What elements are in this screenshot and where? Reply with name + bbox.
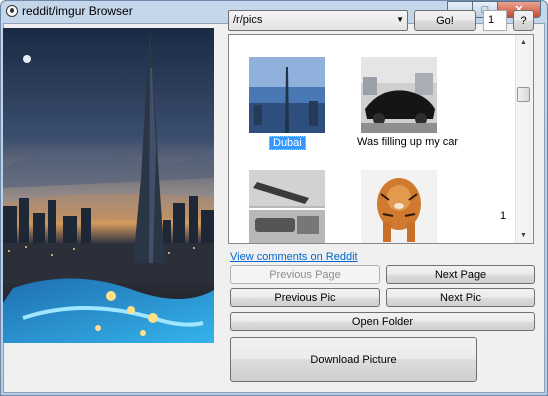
open-folder-button[interactable]: Open Folder (230, 312, 535, 331)
thumbnail-car[interactable] (361, 57, 437, 133)
scroll-up-icon[interactable]: ▲ (520, 39, 527, 46)
help-button[interactable]: ? (513, 10, 534, 31)
scrollbar-thumb[interactable] (517, 87, 530, 102)
view-comments-link[interactable]: View comments on Reddit (230, 251, 358, 263)
thumbnail-tools[interactable] (249, 170, 325, 243)
gallery-scrollbar[interactable]: ▲ ▼ (515, 35, 533, 243)
scroll-down-icon[interactable]: ▼ (520, 232, 527, 239)
window-title: reddit/imgur Browser (22, 4, 133, 18)
subreddit-value: /r/pics (233, 14, 263, 26)
next-pic-button[interactable]: Next Pic (386, 288, 535, 307)
dubai-skyline-image (3, 28, 214, 343)
reddit-alien-icon (6, 5, 18, 17)
download-picture-button[interactable]: Download Picture (230, 337, 477, 382)
previous-page-button[interactable]: Previous Page (230, 265, 380, 284)
main-picture-preview (3, 28, 214, 343)
gallery-page-indicator: 1 (500, 210, 507, 222)
caption-dubai[interactable]: Dubai (269, 136, 306, 150)
next-page-button[interactable]: Next Page (386, 265, 535, 284)
thumbnail-dubai[interactable] (249, 57, 325, 133)
app-window: reddit/imgur Browser ▁ □ ✕ (0, 0, 548, 396)
thumbnail-gallery[interactable]: Dubai Was filling up my car 1 ▲ ▼ (228, 34, 534, 244)
go-button[interactable]: Go! (414, 10, 476, 31)
previous-pic-button[interactable]: Previous Pic (230, 288, 380, 307)
subreddit-select[interactable]: /r/pics ▼ (228, 10, 408, 31)
caption-car[interactable]: Was filling up my car (357, 136, 458, 148)
page-number-field[interactable]: 1 (483, 10, 507, 31)
chevron-down-icon: ▼ (396, 15, 404, 24)
thumbnail-tiger[interactable] (361, 170, 437, 243)
